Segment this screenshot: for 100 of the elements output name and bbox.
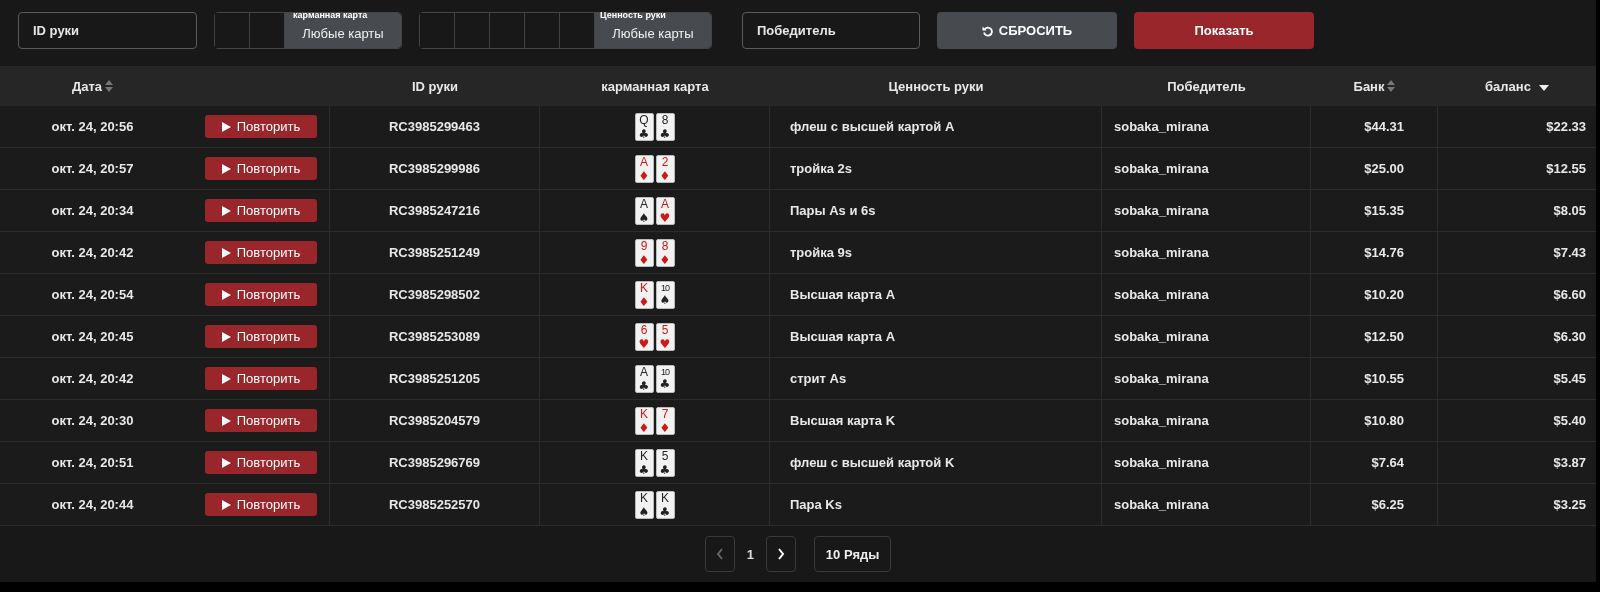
replay-button[interactable]: Повторить bbox=[205, 283, 317, 306]
bank-cell: $15.35 bbox=[1364, 203, 1404, 218]
hand-id-field[interactable]: ID руки bbox=[18, 12, 197, 49]
play-icon bbox=[221, 331, 231, 342]
hand-id-cell: RC3985252570 bbox=[388, 497, 481, 512]
play-icon bbox=[221, 247, 231, 258]
column-header: карманная карта bbox=[601, 78, 709, 94]
winner-cell: sobaka_mirana bbox=[1114, 245, 1209, 260]
date-cell: окт. 24, 20:44 bbox=[51, 497, 134, 512]
bank-cell: $10.55 bbox=[1364, 371, 1404, 386]
reset-button[interactable]: СБРОСИТЬ bbox=[937, 12, 1117, 49]
rows-per-page-button[interactable]: 10 Ряды bbox=[813, 536, 892, 572]
play-icon bbox=[221, 121, 231, 132]
column-header[interactable]: Дата bbox=[71, 78, 103, 94]
hand-id-cell: RC3985204579 bbox=[388, 413, 481, 428]
playing-card: 10 ♣ bbox=[655, 364, 675, 393]
chevron-right-icon bbox=[776, 548, 785, 560]
hand-value-cell: Пары As и 6s bbox=[790, 203, 876, 218]
hand-id-cell: RC3985251205 bbox=[388, 371, 481, 386]
playing-card: Q ♣ bbox=[634, 112, 654, 141]
winner-cell: sobaka_mirana bbox=[1114, 371, 1209, 386]
date-cell: окт. 24, 20:51 bbox=[51, 455, 134, 470]
playing-card: A ♠ bbox=[634, 196, 654, 225]
playing-card: 7 ♦ bbox=[655, 406, 675, 435]
winner-cell: sobaka_mirana bbox=[1114, 287, 1209, 302]
replay-button[interactable]: Повторить bbox=[205, 409, 317, 432]
hand-value-cell: флеш с высшей картой A bbox=[790, 119, 955, 134]
hand-value-cell: Высшая карта K bbox=[790, 413, 896, 428]
winner-cell: sobaka_mirana bbox=[1114, 413, 1209, 428]
balance-cell: $3.87 bbox=[1553, 455, 1586, 470]
sort-descending-icon[interactable] bbox=[1538, 84, 1549, 91]
replay-button[interactable]: Повторить bbox=[205, 199, 317, 222]
column-header[interactable]: баланс bbox=[1485, 78, 1531, 94]
date-cell: окт. 24, 20:56 bbox=[51, 119, 134, 134]
column-header[interactable]: Банк bbox=[1353, 78, 1385, 94]
balance-cell: $3.25 bbox=[1553, 497, 1586, 512]
play-icon bbox=[221, 205, 231, 216]
bank-cell: $14.76 bbox=[1364, 245, 1404, 260]
balance-cell: $12.55 bbox=[1546, 161, 1586, 176]
hand-id-cell: RC3985253089 bbox=[388, 329, 481, 344]
replay-button[interactable]: Повторить bbox=[205, 451, 317, 474]
hand-id-cell: RC3985298502 bbox=[388, 287, 481, 302]
column-header: ID руки bbox=[411, 78, 459, 94]
replay-button[interactable]: Повторить bbox=[205, 157, 317, 180]
balance-cell: $6.30 bbox=[1553, 329, 1586, 344]
playing-card: A ♦ bbox=[634, 154, 654, 183]
playing-card: 8 ♣ bbox=[655, 112, 675, 141]
playing-card: 6 ♥ bbox=[634, 322, 654, 351]
sort-icon[interactable] bbox=[105, 80, 114, 92]
card-slot[interactable] bbox=[215, 13, 250, 48]
hand-id-cell: RC3985299463 bbox=[388, 119, 481, 134]
bank-cell: $7.64 bbox=[1371, 455, 1404, 470]
playing-card: K ♦ bbox=[634, 280, 654, 309]
replay-button[interactable]: Повторить bbox=[205, 325, 317, 348]
replay-button[interactable]: Повторить bbox=[205, 241, 317, 264]
winner-cell: sobaka_mirana bbox=[1114, 497, 1209, 512]
playing-card: K ♣ bbox=[655, 490, 675, 519]
next-page-button[interactable] bbox=[765, 536, 796, 572]
replay-button[interactable]: Повторить bbox=[205, 115, 317, 138]
playing-card: 9 ♦ bbox=[634, 238, 654, 267]
bank-cell: $10.80 bbox=[1364, 413, 1404, 428]
page-number: 1 bbox=[745, 546, 755, 562]
hand-value-cell: Пара Ks bbox=[790, 497, 842, 512]
playing-card: 10 ♠ bbox=[655, 280, 675, 309]
playing-card: A ♣ bbox=[634, 364, 654, 393]
show-button[interactable]: Показать bbox=[1134, 12, 1314, 49]
date-cell: окт. 24, 20:30 bbox=[51, 413, 134, 428]
play-icon bbox=[221, 373, 231, 384]
column-header: Ценность руки bbox=[888, 78, 984, 94]
bank-cell: $25.00 bbox=[1364, 161, 1404, 176]
bank-cell: $10.20 bbox=[1364, 287, 1404, 302]
winner-cell: sobaka_mirana bbox=[1114, 329, 1209, 344]
column-header: Победитель bbox=[1167, 78, 1246, 94]
card-picker[interactable]: Ценность руки Любые карты bbox=[419, 12, 712, 49]
hand-value-cell: тройка 9s bbox=[790, 245, 853, 260]
replay-button[interactable]: Повторить bbox=[205, 493, 317, 516]
card-picker[interactable]: карманная карта Любые карты bbox=[214, 12, 402, 49]
date-cell: окт. 24, 20:42 bbox=[51, 371, 134, 386]
date-cell: окт. 24, 20:54 bbox=[51, 287, 134, 302]
hand-id-cell: RC3985299986 bbox=[388, 161, 481, 176]
play-icon bbox=[221, 163, 231, 174]
playing-card: K ♦ bbox=[634, 406, 654, 435]
play-icon bbox=[221, 289, 231, 300]
playing-card: A ♥ bbox=[655, 196, 675, 225]
date-cell: окт. 24, 20:34 bbox=[51, 203, 134, 218]
replay-button[interactable]: Повторить bbox=[205, 367, 317, 390]
bank-cell: $6.25 bbox=[1371, 497, 1404, 512]
playing-card: 5 ♣ bbox=[655, 448, 675, 477]
hand-id-cell: RC3985296769 bbox=[388, 455, 481, 470]
picker-label: карманная карта bbox=[293, 10, 368, 20]
sort-icon[interactable] bbox=[1387, 80, 1396, 92]
picker-label: Ценность руки bbox=[600, 10, 666, 20]
hand-value-cell: Высшая карта A bbox=[790, 287, 896, 302]
balance-cell: $7.43 bbox=[1553, 245, 1586, 260]
playing-card: 8 ♦ bbox=[655, 238, 675, 267]
winner-field[interactable]: Победитель bbox=[742, 12, 920, 49]
hand-value-cell: стрит As bbox=[790, 371, 847, 386]
playing-card: K ♣ bbox=[634, 448, 654, 477]
hand-value-cell: Высшая карта A bbox=[790, 329, 896, 344]
card-slot[interactable] bbox=[420, 13, 455, 48]
